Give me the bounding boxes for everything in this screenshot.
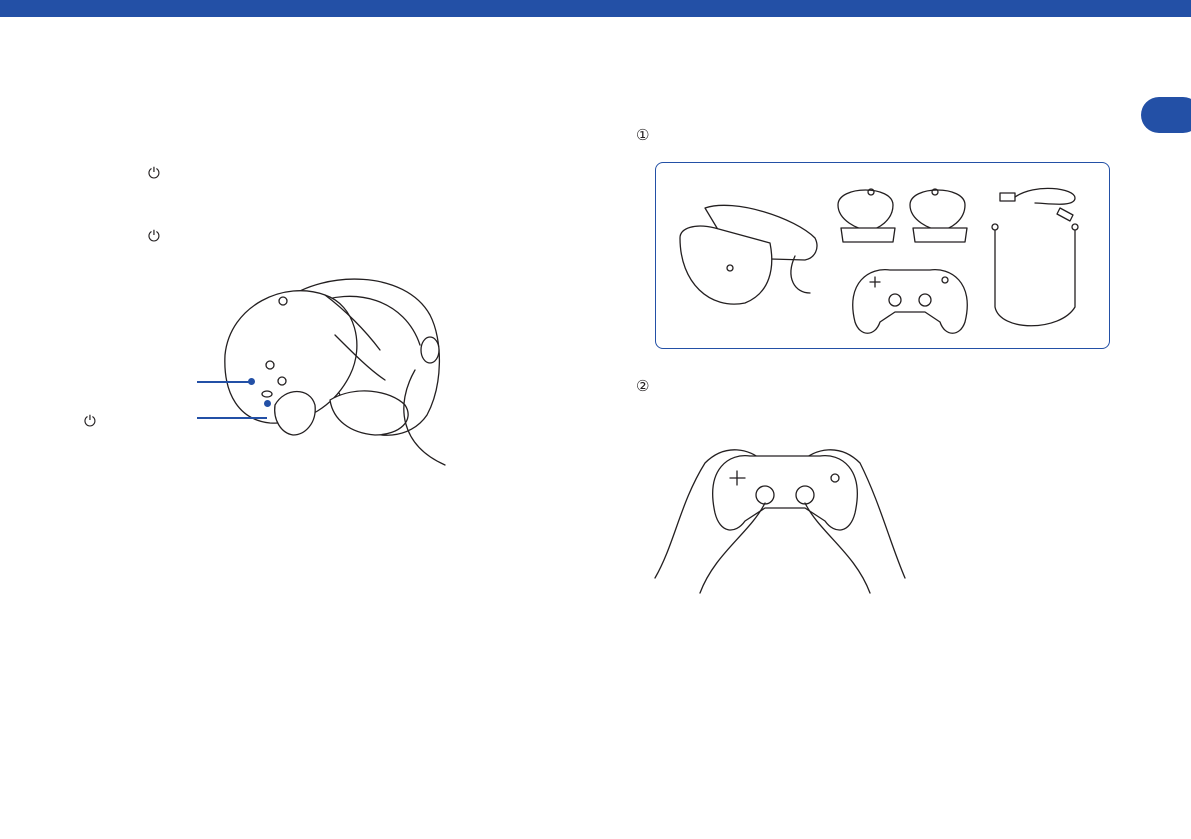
hands-holding-controller <box>654 449 906 594</box>
stereo-headphones-icon <box>991 223 1079 327</box>
callout-line <box>197 417 267 419</box>
step-number-1: ① <box>636 126 650 144</box>
step-number-2: ② <box>636 377 650 395</box>
sense-controller-left-icon <box>837 188 896 243</box>
power-icon: ⏻ <box>148 227 160 245</box>
callout-line <box>197 381 252 383</box>
power-icon: ⏻ <box>148 164 160 182</box>
headset-illustration <box>224 278 446 466</box>
sense-controller-right-icon <box>909 188 968 243</box>
header-bar <box>0 0 1191 17</box>
callout-dot <box>264 400 271 407</box>
callout-dot <box>248 378 255 385</box>
usb-cable-icon <box>999 187 1076 222</box>
power-icon: ⏻ <box>84 412 96 430</box>
language-tab[interactable] <box>1141 97 1191 133</box>
headset-item-icon <box>679 204 818 305</box>
wireless-controller-icon <box>852 268 968 334</box>
